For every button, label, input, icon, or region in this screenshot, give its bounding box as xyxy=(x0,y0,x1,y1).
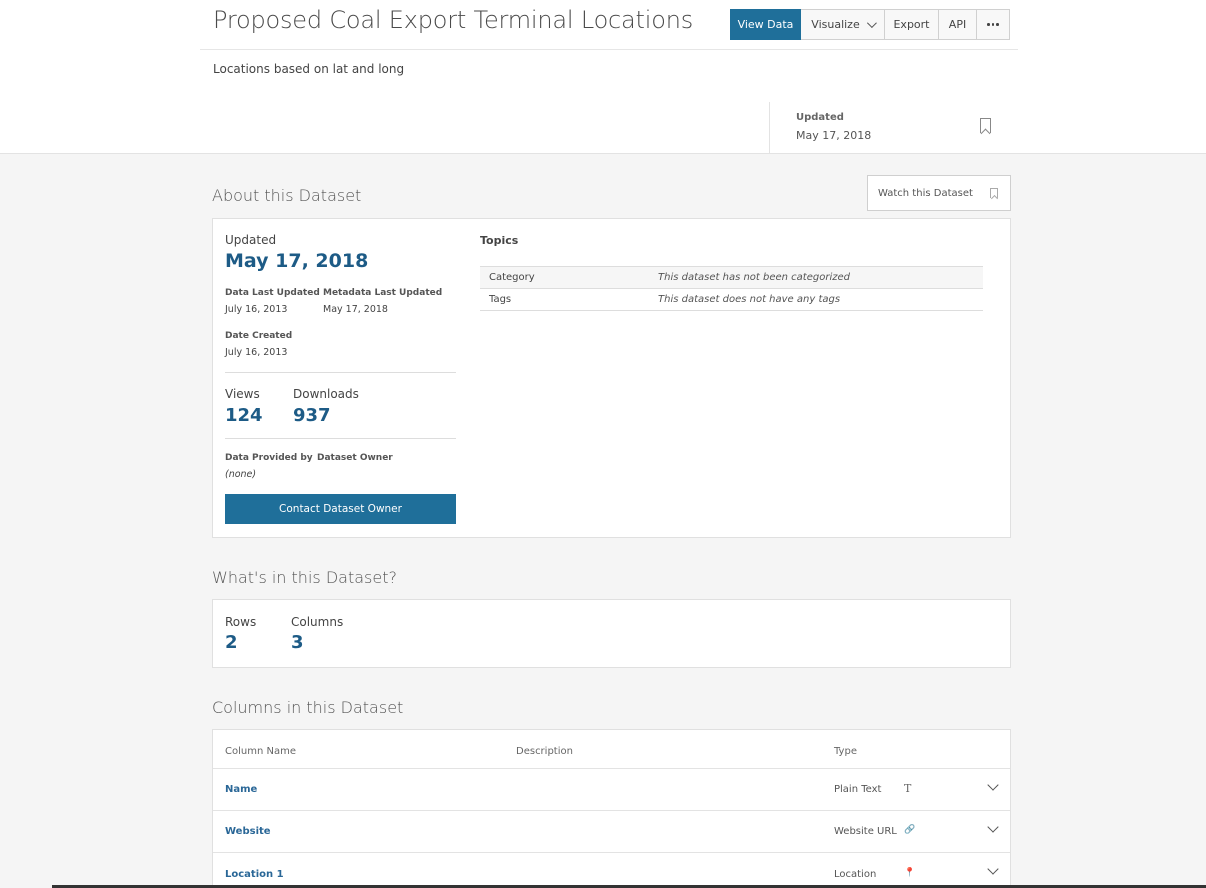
date-created-label: Date Created xyxy=(225,331,293,341)
metadata-last-updated-label: Metadata Last Updated xyxy=(323,288,443,298)
column-name-header: Column Name xyxy=(225,746,296,757)
updated-value: May 17, 2018 xyxy=(796,129,872,142)
export-button[interactable]: Export xyxy=(885,9,939,40)
table-row[interactable]: Website Website URL 🔗 xyxy=(213,810,1010,852)
action-buttons: View Data Visualize Export API xyxy=(730,9,1010,40)
type-header: Type xyxy=(834,746,857,757)
topic-key: Tags xyxy=(489,294,512,305)
table-row: Category This dataset has not been categ… xyxy=(480,267,983,289)
description-header: Description xyxy=(516,746,573,757)
columns-count: 3 xyxy=(291,632,304,653)
table-row[interactable]: Location 1 Location 📍 xyxy=(213,852,1010,888)
view-data-button[interactable]: View Data xyxy=(730,9,801,40)
divider xyxy=(225,438,456,439)
downloads-label: Downloads xyxy=(293,387,359,401)
column-type: Location xyxy=(834,869,877,880)
date-created-value: July 16, 2013 xyxy=(225,347,288,358)
api-button[interactable]: API xyxy=(939,9,977,40)
dataset-description: Locations based on lat and long xyxy=(213,62,405,76)
column-name-link[interactable]: Name xyxy=(225,784,257,795)
chevron-down-icon xyxy=(866,18,877,29)
downloads-count: 937 xyxy=(293,405,331,426)
bookmark-icon xyxy=(990,188,998,198)
columns-table: Column Name Description Type Name Plain … xyxy=(212,729,1011,888)
topic-value: This dataset does not have any tags xyxy=(658,294,841,305)
whats-in-heading: What's in this Dataset? xyxy=(212,568,397,587)
chevron-down-icon[interactable] xyxy=(987,821,999,833)
link-icon: 🔗 xyxy=(904,825,916,835)
views-count: 124 xyxy=(225,405,263,426)
contact-dataset-owner-button[interactable]: Contact Dataset Owner xyxy=(225,494,456,524)
text-type-icon: T xyxy=(904,782,912,795)
about-card: Updated May 17, 2018 Data Last Updated J… xyxy=(212,218,1011,538)
location-pin-icon: 📍 xyxy=(904,868,916,878)
topics-title: Topics xyxy=(480,234,519,247)
table-row: Tags This dataset does not have any tags xyxy=(480,289,983,311)
visualize-button[interactable]: Visualize xyxy=(801,9,885,40)
table-row[interactable]: Name Plain Text T xyxy=(213,768,1010,810)
views-label: Views xyxy=(225,387,260,401)
watch-dataset-label: Watch this Dataset xyxy=(878,187,973,199)
data-provided-by-label: Data Provided by xyxy=(225,453,313,463)
title-divider xyxy=(200,49,1018,50)
whats-in-card: Rows 2 Columns 3 xyxy=(212,599,1011,668)
columns-heading: Columns in this Dataset xyxy=(212,698,404,717)
data-provided-by-value: (none) xyxy=(225,469,257,480)
column-type: Website URL xyxy=(834,826,897,837)
topic-value: This dataset has not been categorized xyxy=(658,272,850,283)
watch-dataset-button[interactable]: Watch this Dataset xyxy=(867,175,1011,211)
dataset-owner-label: Dataset Owner xyxy=(317,453,393,463)
chevron-down-icon[interactable] xyxy=(987,779,999,791)
columns-label: Columns xyxy=(291,615,344,629)
about-heading: About this Dataset xyxy=(212,186,362,205)
metadata-last-updated-value: May 17, 2018 xyxy=(323,304,388,315)
header-meta-panel: Updated May 17, 2018 xyxy=(769,102,1018,154)
visualize-label: Visualize xyxy=(811,18,860,31)
data-last-updated-label: Data Last Updated xyxy=(225,288,320,298)
topic-key: Category xyxy=(489,272,535,283)
column-name-link[interactable]: Website xyxy=(225,826,271,837)
updated-date: May 17, 2018 xyxy=(225,250,369,272)
page-title: Proposed Coal Export Terminal Locations xyxy=(213,6,694,34)
column-name-link[interactable]: Location 1 xyxy=(225,869,284,880)
topics-table: Category This dataset has not been categ… xyxy=(480,266,983,311)
chevron-down-icon[interactable] xyxy=(987,863,999,875)
divider xyxy=(225,372,456,373)
updated-label: Updated xyxy=(796,112,844,123)
rows-count: 2 xyxy=(225,632,238,653)
data-last-updated-value: July 16, 2013 xyxy=(225,304,288,315)
more-button[interactable] xyxy=(977,9,1010,40)
bookmark-icon[interactable] xyxy=(980,118,991,133)
rows-label: Rows xyxy=(225,615,257,629)
dataset-header: Proposed Coal Export Terminal Locations … xyxy=(0,0,1206,154)
updated-label: Updated xyxy=(225,233,277,247)
column-type: Plain Text xyxy=(834,784,882,795)
more-dots-icon xyxy=(987,23,999,26)
